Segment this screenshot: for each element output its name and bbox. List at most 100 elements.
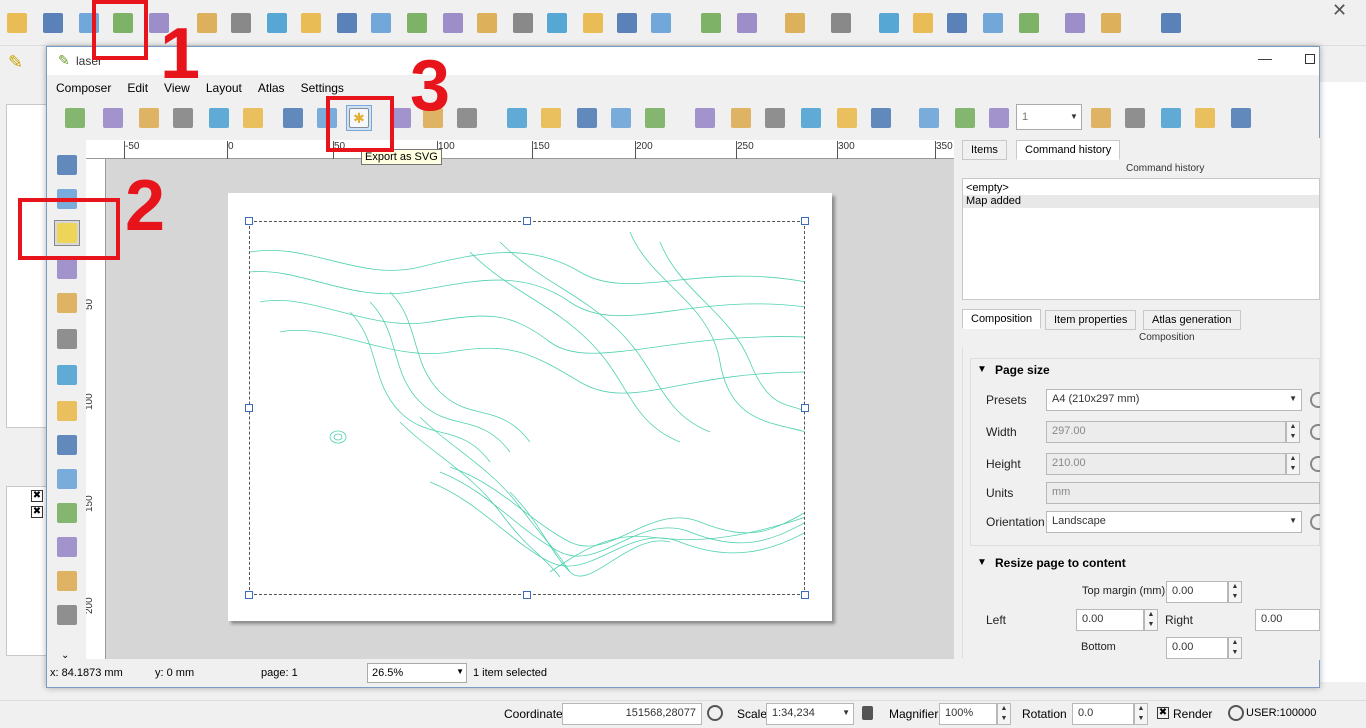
data-defined-icon[interactable] — [1310, 392, 1320, 408]
open-project-icon[interactable] — [4, 10, 30, 36]
selection-handle[interactable] — [245, 217, 253, 225]
refresh-view-icon[interactable] — [642, 105, 668, 131]
zoom-last-icon[interactable] — [510, 10, 536, 36]
menu-atlas[interactable]: Atlas — [250, 78, 293, 98]
tab-command-history[interactable]: Command history — [1016, 140, 1121, 160]
scale-field[interactable]: 1:34,234 ▼ — [766, 703, 854, 725]
selection-handle[interactable] — [523, 217, 531, 225]
bottom-margin-field[interactable]: 0.00 — [1166, 637, 1228, 659]
zoom-to-selection-icon[interactable] — [440, 10, 466, 36]
atlas-preview-icon[interactable] — [916, 105, 942, 131]
next-feature-icon[interactable] — [1088, 105, 1114, 131]
selection-handle[interactable] — [801, 591, 809, 599]
height-spinner[interactable]: ▲ ▼ — [1286, 453, 1300, 475]
selection-handle[interactable] — [245, 404, 253, 412]
lock-items-icon[interactable] — [762, 105, 788, 131]
add-shape-icon[interactable] — [54, 500, 80, 526]
composer-manager-icon[interactable] — [170, 105, 196, 131]
left-margin-spinner[interactable]: ▲ ▼ — [1144, 609, 1158, 631]
raise-items-icon[interactable] — [834, 105, 860, 131]
tab-items[interactable]: Items — [962, 140, 1007, 160]
save-composer-icon[interactable] — [62, 105, 88, 131]
field-calculator-icon[interactable] — [944, 10, 970, 36]
print-icon[interactable] — [280, 105, 306, 131]
save-project-icon[interactable] — [40, 10, 66, 36]
tab-composition[interactable]: Composition — [962, 309, 1042, 329]
first-feature-icon[interactable] — [952, 105, 978, 131]
add-image-icon[interactable] — [54, 362, 80, 388]
bottom-margin-spinner[interactable]: ▲ ▼ — [1228, 637, 1242, 659]
menu-settings[interactable]: Settings — [293, 78, 352, 98]
data-defined-icon[interactable] — [1310, 514, 1320, 530]
tab-item-properties[interactable]: Item properties — [1045, 310, 1137, 330]
data-defined-icon[interactable] — [1310, 456, 1320, 472]
zoom-actual-icon[interactable] — [538, 105, 564, 131]
add-legend-icon[interactable] — [54, 432, 80, 458]
history-item[interactable]: <empty> — [966, 182, 1009, 194]
add-attribute-table-icon[interactable] — [54, 602, 80, 628]
page-number-dropdown[interactable]: ▼ — [1068, 108, 1080, 126]
collapse-arrow-icon[interactable]: ▼ — [977, 364, 987, 375]
zoom-next-icon[interactable] — [544, 10, 570, 36]
height-field[interactable]: 210.00 — [1046, 453, 1286, 475]
add-label-icon[interactable] — [54, 398, 80, 424]
save-template-icon[interactable] — [240, 105, 266, 131]
atlas-export-icon[interactable] — [1192, 105, 1218, 131]
selection-handle[interactable] — [801, 404, 809, 412]
tab-atlas-generation[interactable]: Atlas generation — [1143, 310, 1241, 330]
redo-icon[interactable] — [454, 105, 480, 131]
atlas-settings-icon[interactable] — [1228, 105, 1254, 131]
zoom-full-icon[interactable] — [404, 10, 430, 36]
zoom-native-icon[interactable] — [368, 10, 394, 36]
top-margin-spinner[interactable]: ▲ ▼ — [1228, 581, 1242, 603]
presets-select[interactable]: A4 (210x297 mm) ▼ — [1046, 389, 1302, 411]
crs-label[interactable]: USER:100000 — [1246, 707, 1316, 719]
attribute-table-icon[interactable] — [910, 10, 936, 36]
menu-composer[interactable]: Composer — [48, 78, 119, 98]
add-scalebar-icon[interactable] — [54, 466, 80, 492]
text-annotation-icon[interactable] — [1098, 10, 1124, 36]
crs-globe-icon[interactable] — [1228, 705, 1244, 721]
menu-edit[interactable]: Edit — [119, 78, 156, 98]
add-polyline-icon[interactable] — [54, 568, 80, 594]
zoom-out-icon[interactable] — [334, 10, 360, 36]
new-bookmark-icon[interactable] — [580, 10, 606, 36]
select-by-expression-icon[interactable] — [828, 10, 854, 36]
unlock-items-icon[interactable] — [798, 105, 824, 131]
selection-handle[interactable] — [801, 217, 809, 225]
orientation-select[interactable]: Landscape ▼ — [1046, 511, 1302, 533]
map-tips-icon[interactable] — [1062, 10, 1088, 36]
measure-icon[interactable] — [1016, 10, 1042, 36]
magnifier-spinner[interactable]: ▲ ▼ — [997, 703, 1011, 725]
zoom-full-icon[interactable] — [504, 105, 530, 131]
width-field[interactable]: 297.00 — [1046, 421, 1286, 443]
pan-icon[interactable] — [228, 10, 254, 36]
zoom-in-icon[interactable] — [574, 105, 600, 131]
add-map-icon[interactable] — [54, 326, 80, 352]
align-items-icon[interactable] — [868, 105, 894, 131]
top-margin-field[interactable]: 0.00 — [1166, 581, 1228, 603]
map-item[interactable] — [249, 221, 805, 595]
load-template-icon[interactable] — [206, 105, 232, 131]
statistics-icon[interactable] — [980, 10, 1006, 36]
menu-layout[interactable]: Layout — [198, 78, 250, 98]
deselect-icon[interactable] — [876, 10, 902, 36]
zoom-combo[interactable]: 26.5% ▼ — [367, 663, 467, 683]
refresh-icon[interactable] — [648, 10, 674, 36]
group-items-icon[interactable] — [692, 105, 718, 131]
maximize-button[interactable] — [1305, 54, 1315, 64]
last-feature-icon[interactable] — [1122, 105, 1148, 131]
close-window-icon[interactable]: ✕ — [1332, 0, 1352, 20]
zoom-to-layer-icon[interactable] — [474, 10, 500, 36]
coordinate-field[interactable]: 151568,28077 — [562, 703, 702, 725]
layer-checkbox[interactable]: ✖ — [31, 490, 43, 502]
layer-checkbox[interactable]: ✖ — [31, 506, 43, 518]
digitize-pencil-icon[interactable]: ✎ — [8, 52, 26, 74]
previous-feature-icon[interactable] — [986, 105, 1012, 131]
duplicate-composer-icon[interactable] — [136, 105, 162, 131]
pan-move-icon[interactable] — [264, 10, 290, 36]
edit-nodes-icon[interactable] — [54, 290, 80, 316]
identify-icon[interactable] — [698, 10, 724, 36]
right-margin-field[interactable]: 0.00 — [1255, 609, 1320, 631]
left-margin-field[interactable]: 0.00 — [1076, 609, 1144, 631]
